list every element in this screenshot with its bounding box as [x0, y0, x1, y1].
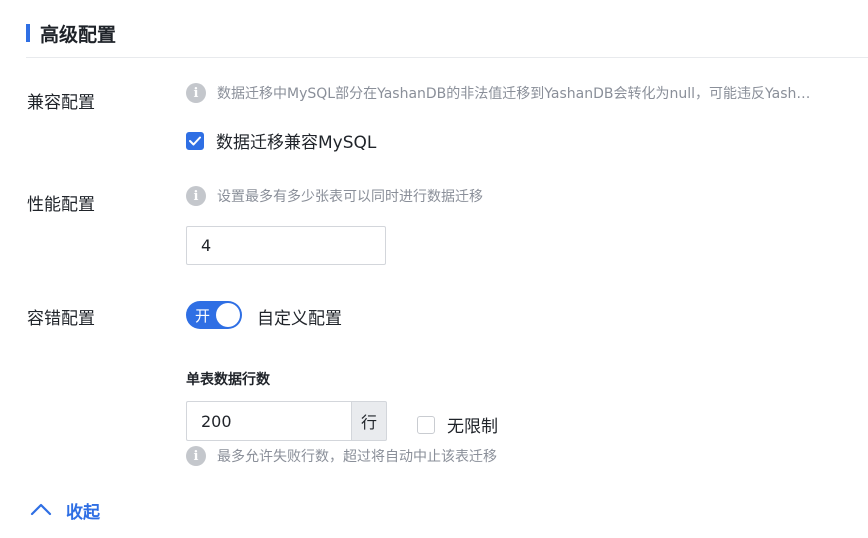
check-icon[interactable] — [186, 131, 204, 150]
switch-knob — [216, 303, 240, 327]
collapse-button[interactable]: 收起 — [30, 498, 100, 523]
perf-hint-text: 设置最多有多少张表可以同时进行数据迁移 — [217, 189, 483, 205]
header-accent-bar — [26, 24, 30, 42]
unlimited-label: 无限制 — [447, 417, 498, 437]
compat-label: 兼容配置 — [27, 93, 95, 113]
header-divider — [26, 57, 868, 58]
rows-unit-addon: 行 — [351, 401, 387, 441]
perf-hint: i 设置最多有多少张表可以同时进行数据迁移 — [186, 186, 483, 206]
compat-hint-text: 数据迁移中MySQL部分在YashanDB的非法值迁移到YashanDB会转化为… — [217, 86, 811, 102]
concurrency-input[interactable]: 4 — [186, 226, 386, 265]
info-icon: i — [186, 83, 206, 103]
chevron-up-icon[interactable] — [30, 501, 52, 520]
rows-input[interactable]: 200 — [186, 401, 351, 441]
info-icon: i — [186, 446, 206, 466]
fault-hint: i 最多允许失败行数，超过将自动中止该表迁移 — [186, 446, 497, 466]
fault-toggle-switch[interactable]: 开 — [186, 301, 242, 329]
perf-label: 性能配置 — [27, 195, 95, 215]
switch-on-text: 开 — [195, 306, 211, 325]
compat-checkbox-label: 数据迁移兼容MySQL — [216, 133, 377, 153]
fault-label: 容错配置 — [27, 309, 95, 329]
section-header: 高级配置 — [26, 20, 116, 46]
rows-input-group: 200 行 — [186, 401, 387, 441]
unlimited-checkbox[interactable]: 无限制 — [417, 412, 498, 437]
rows-subtitle: 单表数据行数 — [186, 372, 270, 388]
fault-hint-text: 最多允许失败行数，超过将自动中止该表迁移 — [217, 449, 497, 465]
info-icon: i — [186, 186, 206, 206]
switch-label: 自定义配置 — [257, 309, 342, 329]
checkbox-box[interactable] — [417, 415, 435, 434]
compat-hint: i 数据迁移中MySQL部分在YashanDB的非法值迁移到YashanDB会转… — [186, 83, 846, 103]
collapse-label[interactable]: 收起 — [66, 498, 100, 523]
section-title: 高级配置 — [40, 23, 117, 46]
compat-mysql-checkbox[interactable]: 数据迁移兼容MySQL — [186, 128, 376, 153]
